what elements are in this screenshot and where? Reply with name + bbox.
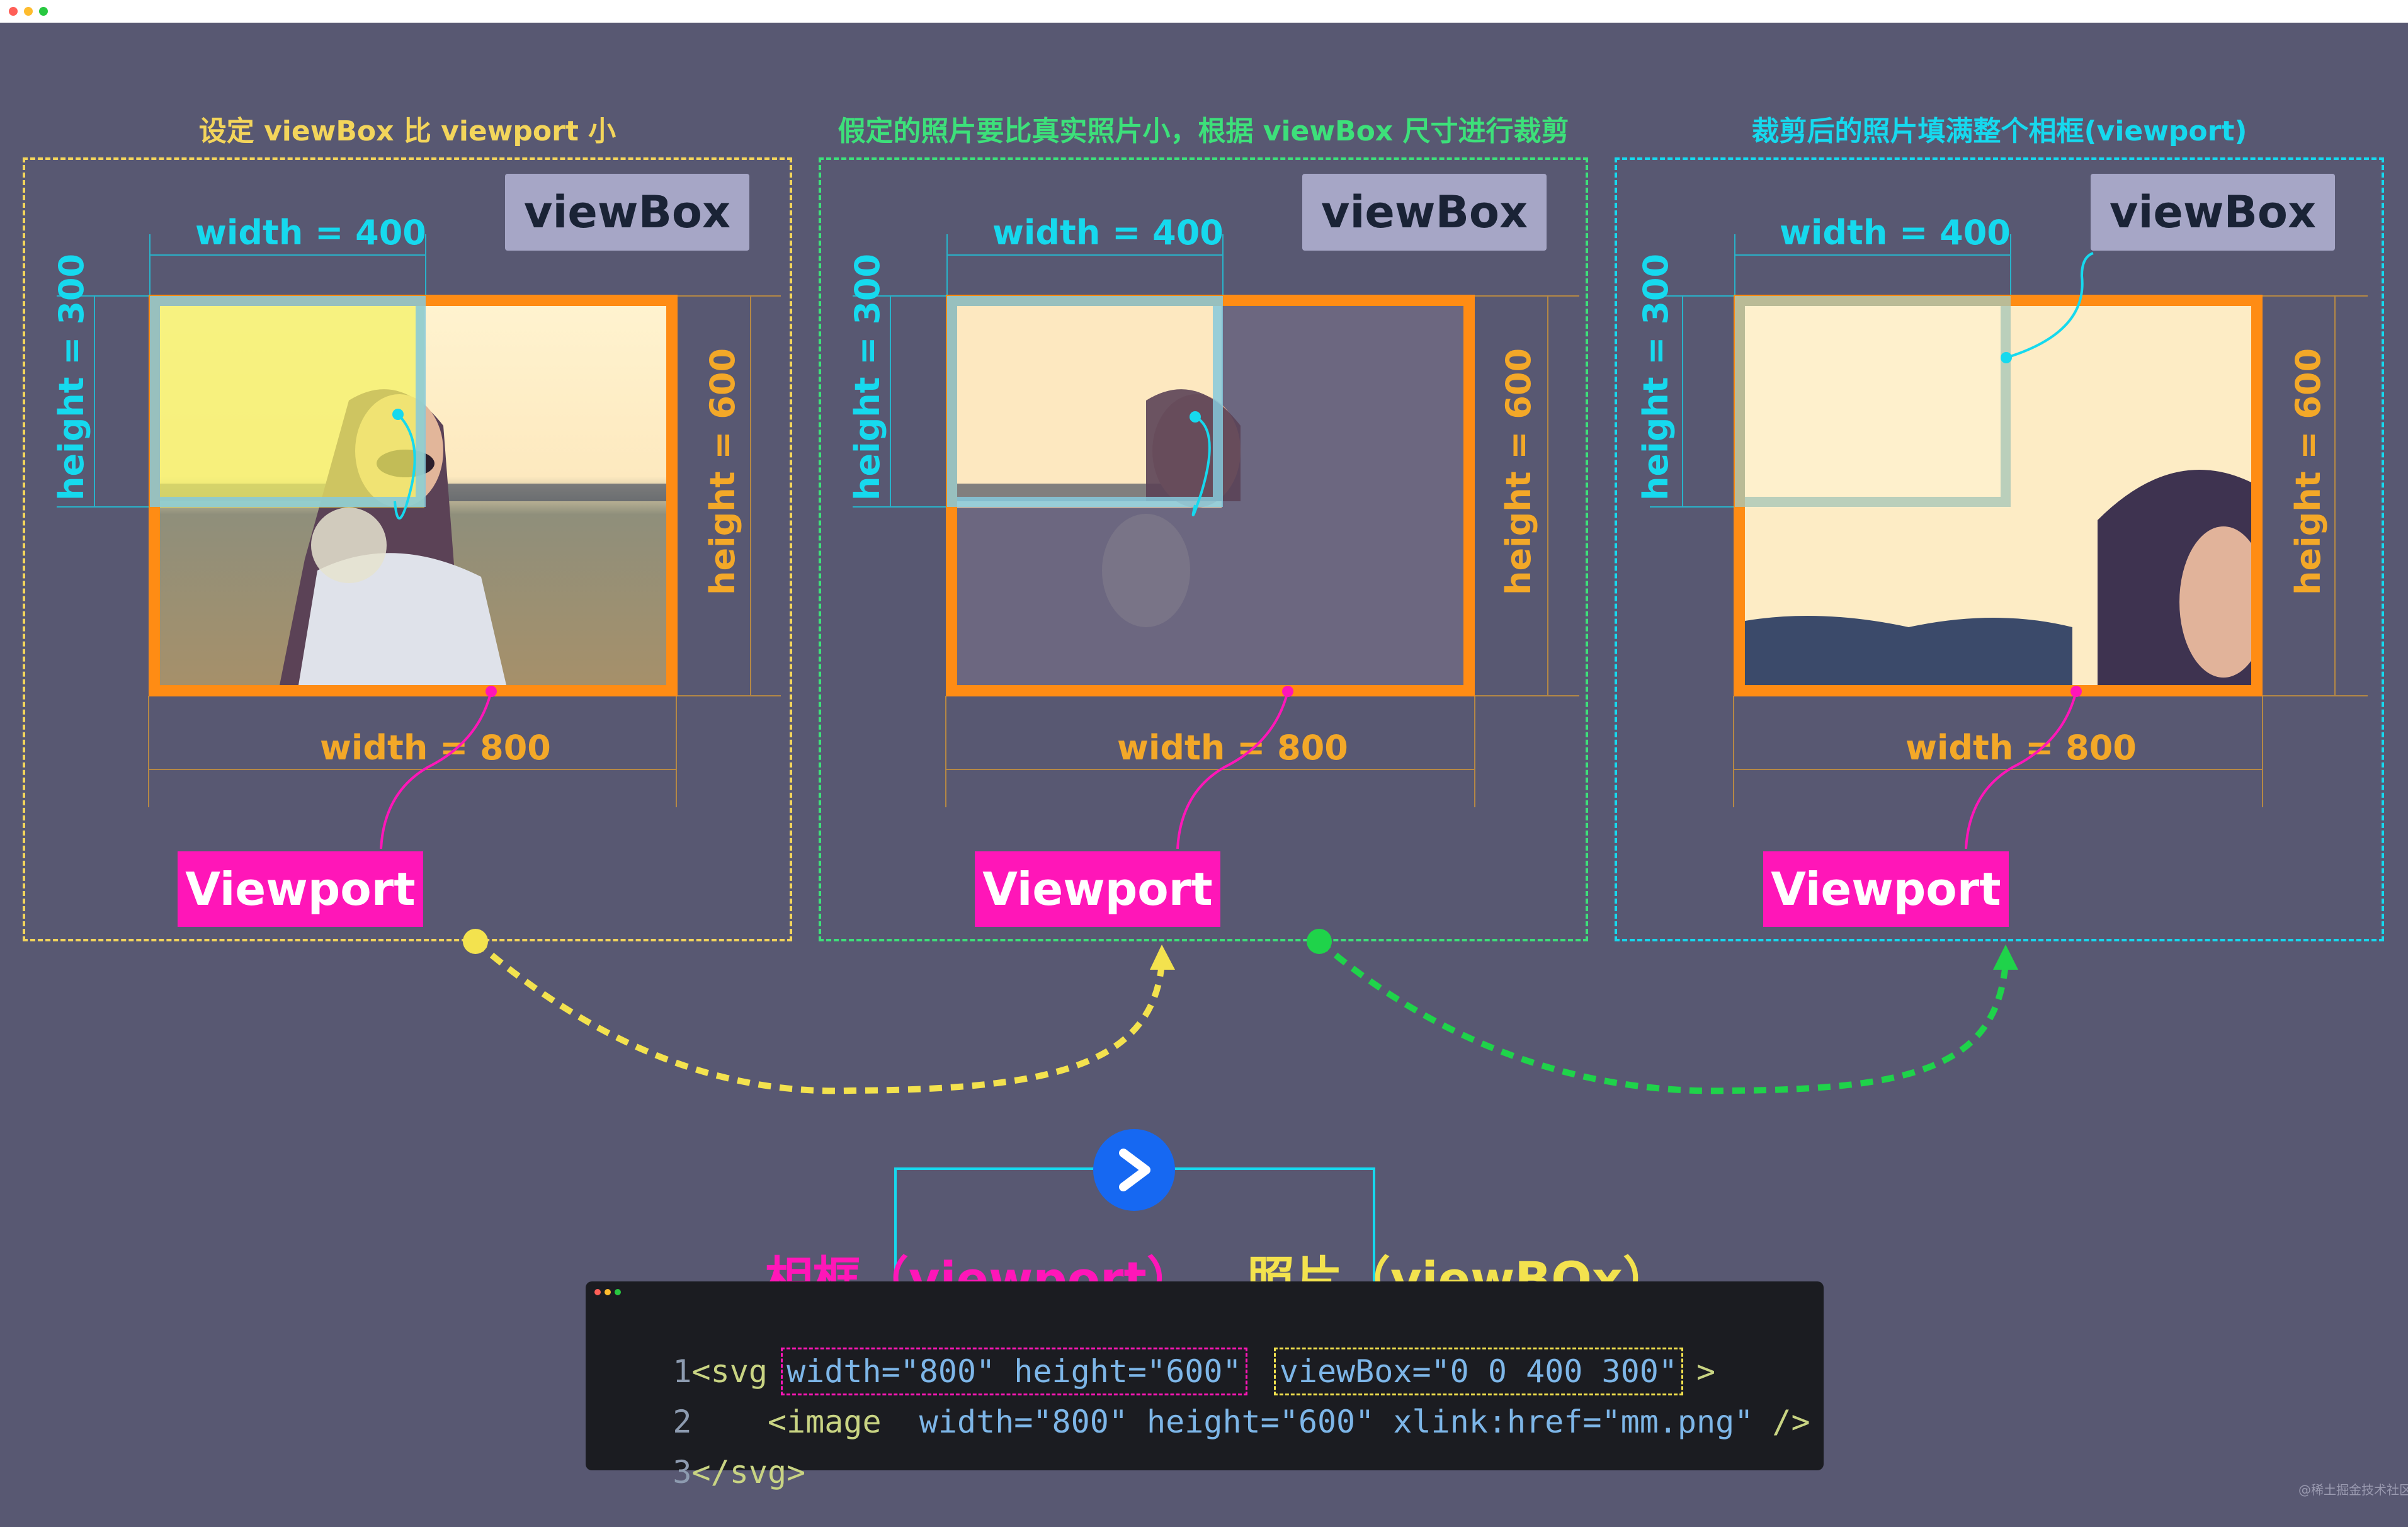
chevron-right-icon: [1119, 1149, 1150, 1191]
line-number: 3: [673, 1454, 692, 1490]
connectors: [380, 252, 2094, 1307]
next-step-button[interactable]: [1093, 1129, 1175, 1211]
image-tag-close: />: [1772, 1404, 1810, 1440]
watermark: @稀土掘金技术社区: [2298, 1482, 2408, 1497]
svg-close-tag: </svg>: [691, 1454, 806, 1490]
image-attrs: width="800" height="600" xlink:href="mm.…: [919, 1404, 1754, 1440]
code-line-3: 3</svg>: [597, 1417, 805, 1527]
code-editor: 1<svg width="800" height="600" viewBox="…: [586, 1281, 1824, 1490]
